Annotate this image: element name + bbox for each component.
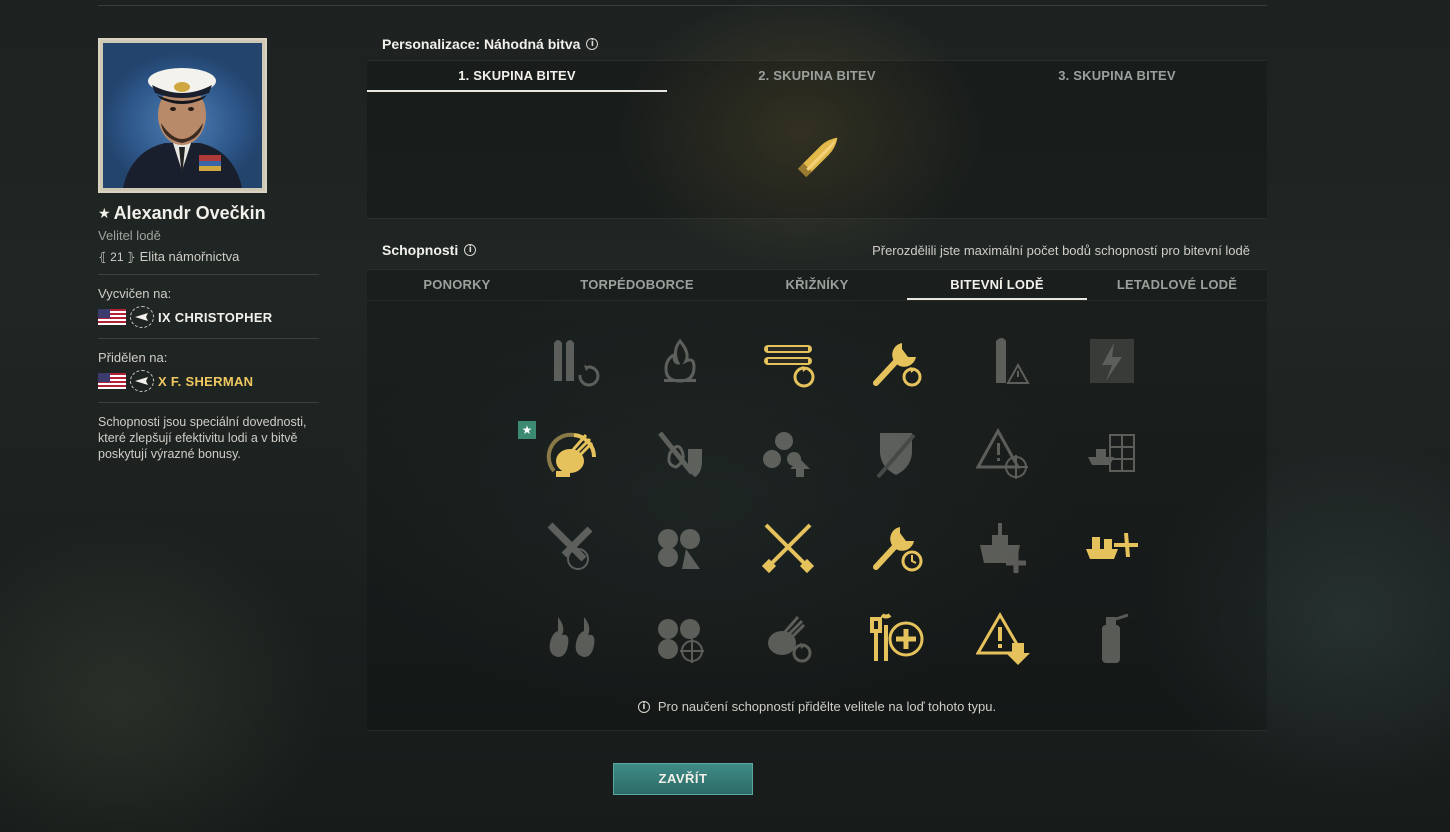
skills-hint-text: Pro naučení schopností přidělte velitele… [657, 699, 997, 714]
skill-crossed-tools[interactable] [734, 513, 842, 605]
tab-battle-group-1[interactable]: 1. SKUPINA BITEV [367, 61, 667, 92]
personalization-title: Personalizace: Náhodná bitva i [382, 36, 599, 52]
warning-down-icon [976, 612, 1030, 665]
skill-fire-shield[interactable] [626, 421, 734, 513]
skill-repair-plus[interactable] [842, 605, 950, 697]
commander-name: ★ Alexandr Ovečkin [98, 203, 319, 224]
divider [98, 274, 319, 275]
propeller-up-icon [763, 432, 810, 477]
level-badge: ⦃ 21 ⦄ [98, 249, 136, 264]
info-icon[interactable]: i [586, 38, 599, 50]
shell-warning-icon [996, 338, 1030, 384]
personalization-title-text: Personalizace: Náhodná bitva [382, 36, 581, 52]
skill-shell-warning[interactable] [950, 329, 1058, 421]
top-divider [98, 5, 1267, 6]
info-icon: i [637, 700, 650, 713]
aa-reload-icon [768, 616, 812, 663]
crossed-tools-icon [761, 523, 815, 574]
commander-rank: ⦃ 21 ⦄ Elita námořnictva [98, 249, 319, 264]
shell-icon[interactable] [791, 128, 847, 184]
tab-submarines[interactable]: PONORKY [367, 270, 547, 300]
usa-flag-icon [98, 309, 126, 325]
skill-gun-sights[interactable] [626, 513, 734, 605]
torpedo-reload-icon [764, 345, 815, 388]
fire-icon [664, 338, 696, 383]
skill-ship-grid[interactable] [1058, 421, 1166, 513]
lightning-stripes-icon [1090, 339, 1134, 383]
skill-fires[interactable] [518, 605, 626, 697]
skill-lightning[interactable] [1058, 329, 1166, 421]
skill-aa-guns[interactable]: ★ [518, 421, 626, 513]
divider [98, 338, 319, 339]
battleship-class-icon [130, 370, 154, 392]
divider [98, 402, 319, 403]
assigned-ship-name: X F. SHERMAN [158, 373, 254, 389]
commander-name-text: Alexandr Ovečkin [113, 203, 266, 223]
level-value: 21 [110, 249, 124, 264]
skill-extinguisher[interactable] [1058, 605, 1166, 697]
gun-targets-icon [658, 619, 704, 663]
assigned-ship[interactable]: X F. SHERMAN [98, 370, 319, 392]
commander-portrait [98, 38, 267, 193]
skill-wrench-reload[interactable] [842, 329, 950, 421]
skill-ship-heal[interactable] [950, 513, 1058, 605]
skills-description: Schopnosti jsou speciální dovednosti, kt… [98, 415, 307, 461]
crossed-shells-icon [547, 522, 593, 570]
skills-grid: ★ [518, 329, 1166, 697]
commander-panel: ★ Alexandr Ovečkin Velitel lodě ⦃ 21 ⦄ E… [98, 38, 319, 462]
ship-plane-icon [1086, 533, 1138, 559]
shells-reload-icon [554, 340, 600, 387]
rank-title: Elita námořnictva [139, 249, 240, 264]
personalization-panel [367, 92, 1267, 219]
repair-plus-icon [870, 613, 924, 661]
starred-skill-icon: ★ [518, 421, 536, 439]
skills-panel: ★ i Pro naučení schopností přidělte veli… [367, 301, 1267, 731]
tab-battleships[interactable]: BITEVNÍ LODĚ [907, 270, 1087, 300]
fires-icon [549, 617, 595, 657]
skill-propeller-up[interactable] [734, 421, 842, 513]
tab-battle-group-2[interactable]: 2. SKUPINA BITEV [667, 61, 967, 92]
tab-aircraft-carriers[interactable]: LETADLOVÉ LODĚ [1087, 270, 1267, 300]
fire-shield-icon [658, 431, 702, 477]
skill-shield-sword[interactable] [842, 421, 950, 513]
skill-warning-target[interactable] [950, 421, 1058, 513]
extinguisher-icon [1102, 613, 1129, 663]
wrench-timer-icon [873, 527, 923, 572]
skill-warning-down[interactable] [950, 605, 1058, 697]
wrench-reload-icon [873, 343, 922, 387]
skill-aa-reload[interactable] [734, 605, 842, 697]
warning-target-icon [976, 427, 1028, 479]
star-icon: ★ [98, 205, 111, 221]
skill-wrench-timer[interactable] [842, 513, 950, 605]
tab-battle-group-3[interactable]: 3. SKUPINA BITEV [967, 61, 1267, 92]
skill-shells-reload[interactable] [518, 329, 626, 421]
assigned-label: Přidělen na: [98, 350, 168, 365]
skills-hint: i Pro naučení schopností přidělte velite… [367, 699, 1267, 714]
close-button[interactable]: ZAVŘÍT [613, 763, 753, 795]
skill-crossed-shells[interactable] [518, 513, 626, 605]
skills-title: Schopnosti i [382, 242, 477, 258]
skill-torpedo-reload[interactable] [734, 329, 842, 421]
tab-cruisers[interactable]: KŘIŽNÍKY [727, 270, 907, 300]
shield-sword-icon [876, 433, 916, 479]
skills-title-text: Schopnosti [382, 242, 459, 258]
ship-heal-icon [980, 523, 1026, 573]
skill-gun-targets[interactable] [626, 605, 734, 697]
battle-group-tabs: 1. SKUPINA BITEV 2. SKUPINA BITEV 3. SKU… [367, 60, 1267, 92]
trained-ship[interactable]: IX CHRISTOPHER [98, 306, 319, 328]
gun-sights-icon [658, 529, 700, 569]
commander-role: Velitel lodě [98, 228, 161, 243]
aa-guns-icon [546, 432, 597, 477]
ship-type-tabs: PONORKY TORPÉDOBORCE KŘIŽNÍKY BITEVNÍ LO… [367, 269, 1267, 301]
usa-flag-icon [98, 373, 126, 389]
trained-label: Vycvičen na: [98, 286, 172, 301]
tab-destroyers[interactable]: TORPÉDOBORCE [547, 270, 727, 300]
skills-points-note: Přerozdělili jste maximální počet bodů s… [872, 243, 1250, 258]
info-icon[interactable]: i [464, 244, 477, 256]
skill-fire[interactable] [626, 329, 734, 421]
battleship-class-icon [130, 306, 154, 328]
ship-grid-icon [1088, 434, 1135, 472]
skill-ship-plane[interactable] [1058, 513, 1166, 605]
trained-ship-name: IX CHRISTOPHER [158, 309, 273, 325]
